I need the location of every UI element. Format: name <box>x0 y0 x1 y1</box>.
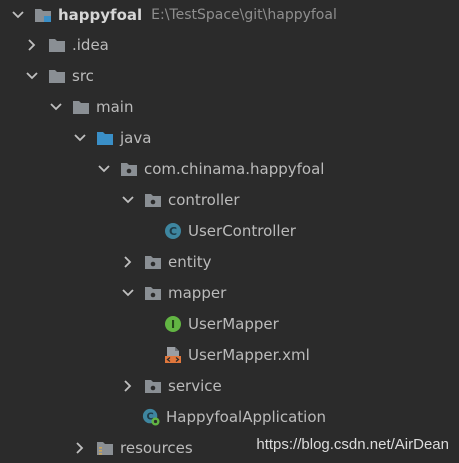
tree-row-java[interactable]: java <box>0 122 459 153</box>
tree-label-main: main <box>96 97 134 116</box>
tree-label-application: HappyfoalApplication <box>166 407 327 426</box>
tree-row-controller[interactable]: controller <box>0 184 459 215</box>
project-name: happyfoal <box>58 5 143 24</box>
class-icon: C <box>164 222 182 240</box>
chevron-down-icon[interactable] <box>120 285 136 301</box>
tree-row-main[interactable]: main <box>0 91 459 122</box>
project-path: E:\TestSpace\git\happyfoal <box>151 6 337 23</box>
tree-row-project-root[interactable]: happyfoal E:\TestSpace\git\happyfoal <box>0 0 459 30</box>
tree-row-user-mapper-xml[interactable]: UserMapper.xml <box>0 339 459 370</box>
tree-row-application[interactable]: C HappyfoalApplication <box>0 401 459 432</box>
chevron-right-icon[interactable] <box>120 378 136 394</box>
svg-text:I: I <box>171 318 175 331</box>
tree-row-entity[interactable]: entity <box>0 246 459 277</box>
package-icon <box>144 284 162 302</box>
package-icon <box>144 191 162 209</box>
folder-icon <box>48 36 66 54</box>
tree-label-service: service <box>168 376 222 395</box>
module-folder-icon <box>34 6 52 24</box>
watermark: https://blog.csdn.net/AirDean <box>256 436 449 453</box>
tree-label-idea: .idea <box>72 35 109 54</box>
folder-icon <box>72 98 90 116</box>
tree-row-user-mapper[interactable]: I UserMapper <box>0 308 459 339</box>
chevron-down-icon[interactable] <box>24 68 40 84</box>
xml-file-icon <box>164 346 182 364</box>
tree-label-user-controller: UserController <box>188 221 296 240</box>
tree-row-mapper[interactable]: mapper <box>0 277 459 308</box>
package-icon <box>120 160 138 178</box>
chevron-right-icon[interactable] <box>120 254 136 270</box>
tree-label-user-mapper: UserMapper <box>188 314 279 333</box>
folder-icon <box>48 67 66 85</box>
source-root-folder-icon <box>96 129 114 147</box>
chevron-down-icon[interactable] <box>10 7 26 23</box>
chevron-down-icon[interactable] <box>96 161 112 177</box>
tree-row-service[interactable]: service <box>0 370 459 401</box>
chevron-right-icon[interactable] <box>72 440 88 456</box>
tree-label-java: java <box>120 128 152 147</box>
interface-icon: I <box>164 315 182 333</box>
tree-label-resources: resources <box>120 438 193 457</box>
package-icon <box>144 377 162 395</box>
tree-row-package[interactable]: com.chinama.happyfoal <box>0 153 459 184</box>
package-icon <box>144 253 162 271</box>
tree-label-package: com.chinama.happyfoal <box>144 159 325 178</box>
spring-boot-class-icon: C <box>142 408 160 426</box>
tree-label-src: src <box>72 66 94 85</box>
chevron-right-icon[interactable] <box>24 37 40 53</box>
tree-row-src[interactable]: src <box>0 60 459 91</box>
chevron-down-icon[interactable] <box>72 130 88 146</box>
tree-label-entity: entity <box>168 252 212 271</box>
svg-text:C: C <box>169 225 177 238</box>
tree-label-user-mapper-xml: UserMapper.xml <box>188 345 310 364</box>
resources-folder-icon <box>96 439 114 457</box>
tree-row-idea[interactable]: .idea <box>0 29 459 60</box>
project-tree: happyfoal E:\TestSpace\git\happyfoal .id… <box>0 0 459 463</box>
chevron-down-icon[interactable] <box>48 99 64 115</box>
tree-label-mapper: mapper <box>168 283 227 302</box>
chevron-down-icon[interactable] <box>120 192 136 208</box>
tree-row-user-controller[interactable]: C UserController <box>0 215 459 246</box>
tree-label-controller: controller <box>168 190 240 209</box>
